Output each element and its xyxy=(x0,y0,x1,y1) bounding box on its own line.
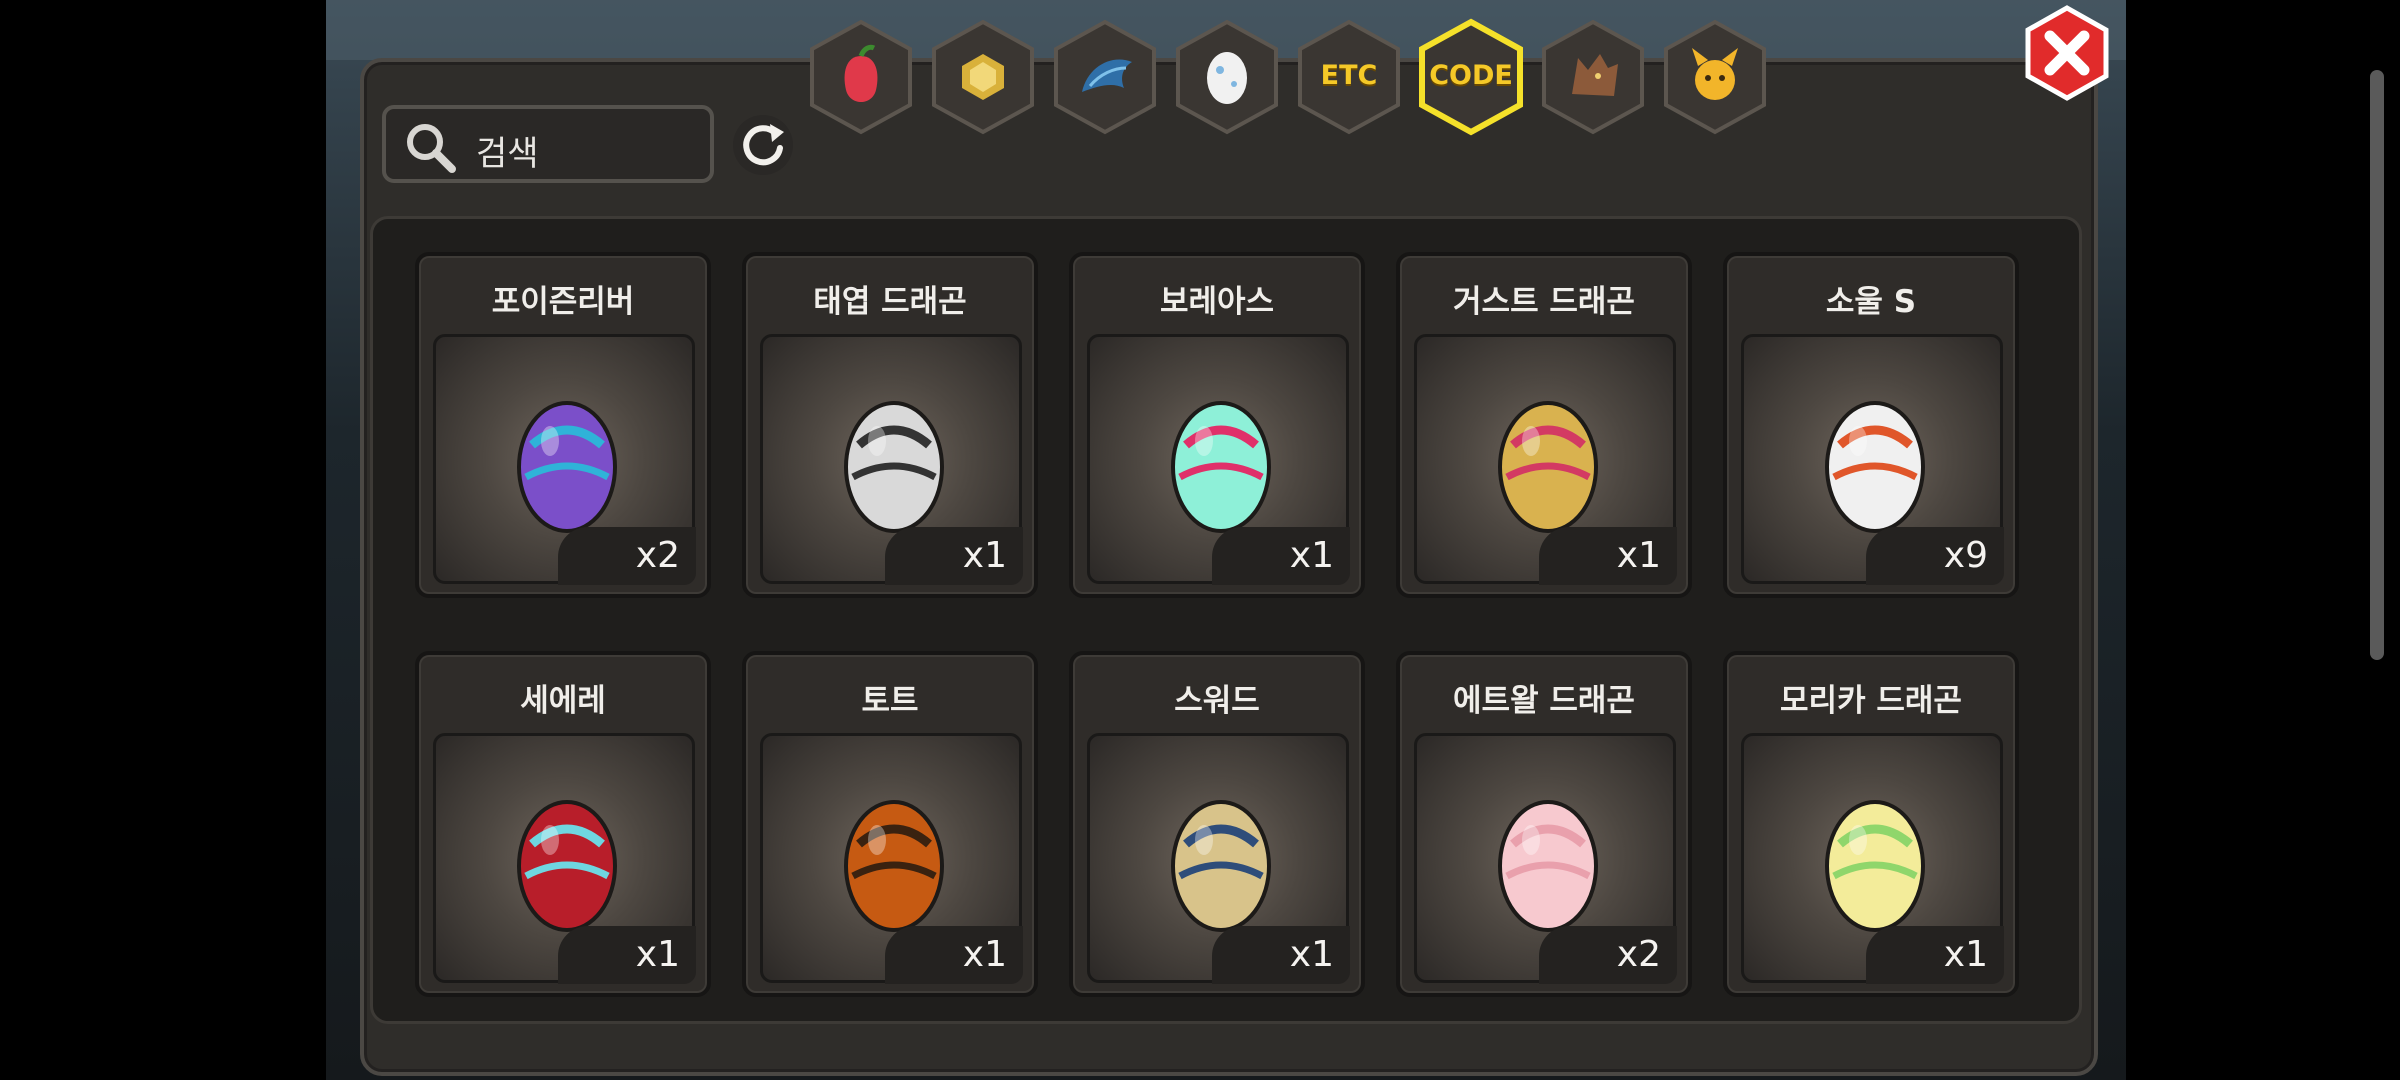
item-name: 에트왈 드래곤 xyxy=(1453,683,1635,719)
quantity-badge: x9 xyxy=(1866,527,2004,585)
item-quantity: x1 xyxy=(1289,934,1334,975)
search-icon xyxy=(407,124,456,173)
tab-dragon-wing[interactable] xyxy=(1050,18,1160,136)
egg-icon xyxy=(1207,52,1247,104)
tab-beast[interactable] xyxy=(1538,18,1648,136)
crested-egg-icon xyxy=(1498,401,1598,533)
quantity-badge: x1 xyxy=(885,527,1023,585)
item-name: 태엽 드래곤 xyxy=(813,284,967,320)
item-name: 모리카 드래곤 xyxy=(1780,683,1962,719)
star-ribbon-egg-icon xyxy=(1825,800,1925,932)
item-quantity: x9 xyxy=(1943,535,1988,576)
item-slot: x1 xyxy=(433,733,696,984)
flame-wing-egg-icon xyxy=(1825,401,1925,533)
quantity-badge: x1 xyxy=(1212,527,1350,585)
item-quantity: x1 xyxy=(1289,535,1334,576)
item-grid: 포이즌리버 x2 태엽 드래곤 x1 보레아스 x1 거스트 드래곤 x1 소울 S x9 세에레 x… xyxy=(370,216,2082,1024)
search-field[interactable]: 검색 xyxy=(382,105,714,183)
tab-pet[interactable] xyxy=(1660,18,1770,136)
quantity-badge: x1 xyxy=(1866,926,2004,984)
refresh-icon[interactable] xyxy=(730,112,796,178)
item-card[interactable]: 토트 x1 xyxy=(742,651,1038,997)
item-name: 포이즌리버 xyxy=(491,284,635,320)
search-input[interactable]: 검색 xyxy=(476,126,539,175)
item-card[interactable]: 보레아스 x1 xyxy=(1069,252,1365,598)
item-card[interactable]: 에트왈 드래곤 x2 xyxy=(1396,651,1692,997)
item-quantity: x1 xyxy=(635,934,680,975)
item-slot: x1 xyxy=(760,733,1023,984)
quantity-badge: x1 xyxy=(1212,926,1350,984)
item-slot: x9 xyxy=(1741,334,2004,585)
quantity-badge: x1 xyxy=(1539,527,1677,585)
item-name: 세에레 xyxy=(520,683,606,719)
close-icon[interactable] xyxy=(2022,4,2112,102)
item-quantity: x1 xyxy=(962,535,1007,576)
item-name: 스워드 xyxy=(1174,683,1260,719)
quantity-badge: x2 xyxy=(558,527,696,585)
item-name: 소울 S xyxy=(1825,284,1917,320)
item-name: 보레아스 xyxy=(1159,284,1275,320)
item-card[interactable]: 태엽 드래곤 x1 xyxy=(742,252,1038,598)
item-quantity: x1 xyxy=(962,934,1007,975)
tab-code[interactable]: CODE xyxy=(1416,18,1526,136)
scrollbar[interactable] xyxy=(2370,70,2384,660)
armored-fire-egg-icon xyxy=(844,800,944,932)
hooded-demon-egg-icon xyxy=(517,800,617,932)
item-card[interactable]: 모리카 드래곤 x1 xyxy=(1723,651,2019,997)
windup-egg-icon xyxy=(844,401,944,533)
tab-egg[interactable] xyxy=(1172,18,1282,136)
winged-crystal-egg-icon xyxy=(1171,401,1271,533)
item-quantity: x1 xyxy=(1616,535,1661,576)
item-slot: x1 xyxy=(1414,334,1677,585)
item-card[interactable]: 거스트 드래곤 x1 xyxy=(1396,252,1692,598)
item-name: 거스트 드래곤 xyxy=(1453,284,1635,320)
item-card[interactable]: 포이즌리버 x2 xyxy=(415,252,711,598)
item-slot: x2 xyxy=(433,334,696,585)
item-card[interactable]: 세에레 x1 xyxy=(415,651,711,997)
item-slot: x1 xyxy=(1087,733,1350,984)
quantity-badge: x1 xyxy=(558,926,696,984)
quantity-badge: x2 xyxy=(1539,926,1677,984)
item-slot: x2 xyxy=(1414,733,1677,984)
tab-fruit[interactable] xyxy=(806,18,916,136)
tab-etc[interactable]: ETC xyxy=(1294,18,1404,136)
item-quantity: x2 xyxy=(635,535,680,576)
item-card[interactable]: 스워드 x1 xyxy=(1069,651,1365,997)
tab-gold[interactable] xyxy=(928,18,1038,136)
quantity-badge: x1 xyxy=(885,926,1023,984)
knight-egg-icon xyxy=(1171,800,1271,932)
purple-striped-egg-icon xyxy=(517,401,617,533)
item-name: 토트 xyxy=(861,683,919,719)
item-quantity: x1 xyxy=(1943,934,1988,975)
item-slot: x1 xyxy=(1741,733,2004,984)
item-slot: x1 xyxy=(760,334,1023,585)
item-quantity: x2 xyxy=(1616,934,1661,975)
lotus-egg-icon xyxy=(1498,800,1598,932)
item-slot: x1 xyxy=(1087,334,1350,585)
item-card[interactable]: 소울 S x9 xyxy=(1723,252,2019,598)
tab-label: CODE xyxy=(1429,60,1513,91)
tab-label: ETC xyxy=(1320,60,1378,91)
